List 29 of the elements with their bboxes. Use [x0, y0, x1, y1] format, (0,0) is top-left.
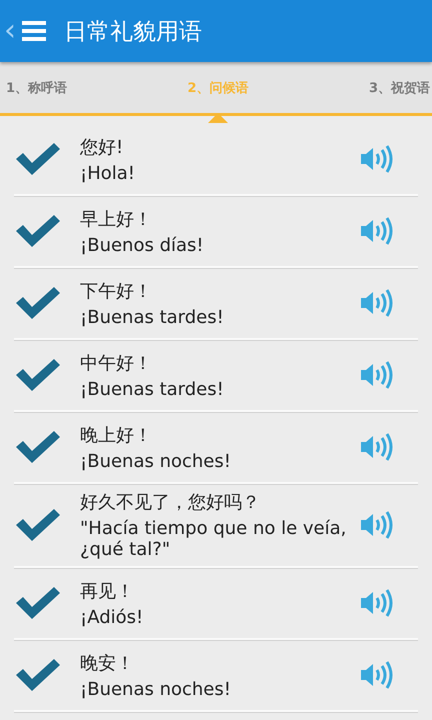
- checkmark-icon[interactable]: [14, 141, 62, 177]
- chinese-phrase: 晚上好！: [80, 424, 153, 446]
- checkmark-icon[interactable]: [14, 357, 62, 393]
- spanish-phrase: ¡Buenas noches!: [80, 678, 232, 700]
- tab[interactable]: 1、称呼语: [6, 66, 68, 108]
- spanish-phrase: ¡Buenas tardes!: [80, 306, 225, 328]
- back-button[interactable]: ‹: [4, 16, 16, 46]
- spanish-phrase: ¡Adiós!: [80, 606, 144, 628]
- checkmark-icon[interactable]: [14, 507, 62, 543]
- chinese-phrase: 晚安！: [80, 652, 135, 674]
- spanish-phrase: "Hacía tiempo que no le veía, ¿qué tal?": [80, 518, 348, 560]
- spanish-phrase: ¡Buenos días!: [80, 234, 205, 256]
- tab[interactable]: 3、祝贺语: [368, 66, 430, 108]
- checkmark-icon[interactable]: [14, 585, 62, 621]
- spanish-phrase: ¡Buenas tardes!: [80, 378, 225, 400]
- screen-title: 日常礼貌用语: [64, 18, 202, 46]
- checkmark-icon[interactable]: [14, 213, 62, 249]
- checkmark-icon[interactable]: [14, 285, 62, 321]
- menu-icon[interactable]: [22, 21, 46, 41]
- chinese-phrase: 早上好！: [80, 208, 153, 230]
- chinese-phrase: 中午好！: [80, 352, 153, 374]
- spanish-phrase: ¡Hola!: [80, 162, 136, 184]
- chinese-phrase: 再见！: [80, 580, 135, 602]
- chinese-phrase: 好久不见了，您好吗？: [80, 491, 261, 514]
- chinese-phrase: 您好!: [80, 136, 124, 158]
- chinese-phrase: 下午好！: [80, 280, 153, 302]
- checkmark-icon[interactable]: [14, 429, 62, 465]
- checkmark-icon[interactable]: [14, 657, 62, 693]
- spanish-phrase: ¡Buenas noches!: [80, 450, 232, 472]
